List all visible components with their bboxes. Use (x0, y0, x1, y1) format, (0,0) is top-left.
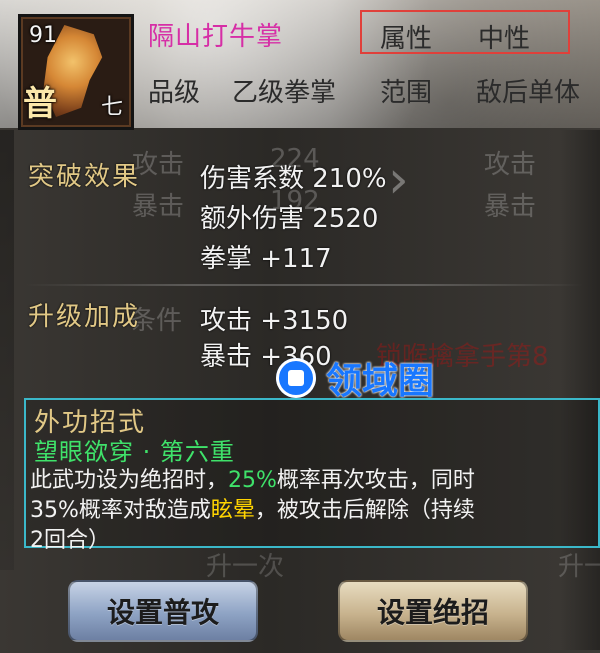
external-desc-part-3: 35%概率对敌造成 (30, 498, 211, 523)
attribute-label: 属性 (380, 24, 433, 54)
external-desc-part-4: ，被攻击后解除（持续 (254, 498, 475, 523)
watermark-logo-icon (276, 358, 316, 398)
breakthrough-line-3: 拳掌 +117 (200, 244, 332, 274)
ghost-bottom-right-button: 升一 (558, 552, 600, 582)
range-label: 范围 (380, 78, 433, 108)
upgrade-line-1: 攻击 +3150 (200, 306, 349, 336)
skill-grade: 普 (23, 84, 57, 124)
meta-row: 品级 乙级拳掌 范围 敌后单体 (148, 72, 600, 112)
watermark: 领域圈 (276, 356, 456, 402)
skill-rank: 七 (100, 95, 123, 120)
external-description: 此武功设为绝招时，25%概率再次攻击，同时 35%概率对敌造成眩晕，被攻击后解除… (30, 466, 598, 556)
range-value: 敌后单体 (476, 78, 581, 108)
ghost-attack-right: 攻击 (484, 150, 537, 180)
skill-detail-panel: 91 普 七 隔山打牛掌 属性 中性 品级 乙级拳掌 范围 敌后单体 攻击 22… (0, 0, 600, 653)
breakthrough-line-2: 额外伤害 2520 (200, 204, 379, 234)
attribute-value: 中性 (478, 24, 531, 54)
external-desc-pct: 25% (228, 468, 277, 493)
external-desc-status: 眩晕 (210, 498, 255, 523)
external-desc-part-2: 概率再次攻击，同时 (276, 468, 475, 493)
set-ultimate-button[interactable]: 设置绝招 (338, 580, 528, 642)
watermark-text: 领域圈 (326, 361, 435, 402)
chevron-right-icon: › (388, 150, 409, 210)
breakthrough-title: 突破效果 (28, 162, 141, 192)
external-desc-line-1: 此武功设为绝招时，25%概率再次攻击，同时 (30, 466, 598, 496)
ghost-bottom-left-button: 升一次 (206, 552, 285, 582)
grade-label: 品级 (148, 78, 201, 108)
external-desc-part-1: 此武功设为绝招时， (30, 468, 229, 493)
grade-value: 乙级拳掌 (232, 78, 337, 108)
breakthrough-line-1: 伤害系数 210% (200, 164, 387, 194)
divider (24, 284, 584, 286)
external-desc-line-3: 2回合） (30, 528, 110, 553)
skill-level: 91 (29, 23, 57, 48)
skill-icon[interactable]: 91 普 七 (18, 14, 134, 130)
ghost-crit-right: 暴击 (484, 192, 537, 222)
upgrade-title: 升级加成 (28, 302, 141, 332)
set-normal-attack-button[interactable]: 设置普攻 (68, 580, 258, 642)
skill-name: 隔山打牛掌 (148, 22, 284, 52)
external-desc-line-2: 35%概率对敌造成眩晕，被攻击后解除（持续 (30, 496, 598, 526)
external-subtitle: 望眼欲穿 · 第六重 (34, 438, 235, 466)
side-rail (0, 130, 14, 570)
